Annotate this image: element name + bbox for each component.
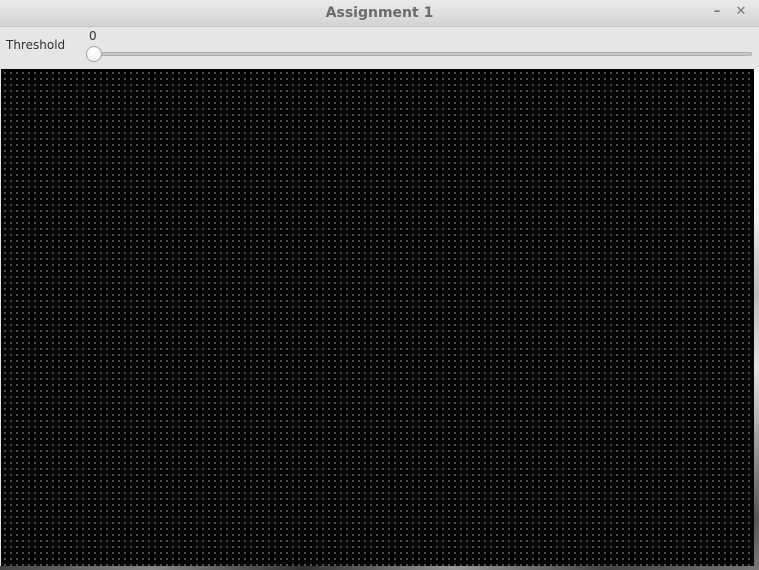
close-icon[interactable]: ✕ <box>733 4 749 20</box>
trackbar-track[interactable] <box>94 52 752 56</box>
title-bar[interactable]: Assignment 1 – ✕ <box>0 0 759 27</box>
minimize-icon[interactable]: – <box>709 4 725 20</box>
app-window: Assignment 1 – ✕ Threshold 0 <box>0 0 759 570</box>
trackbar-label: Threshold <box>6 38 66 52</box>
image-right-edge <box>754 69 759 568</box>
trackbar-value: 0 <box>89 29 97 43</box>
image-bottom-edge <box>0 566 759 570</box>
threshold-trackbar: Threshold 0 <box>0 27 759 69</box>
image-canvas <box>1 69 754 568</box>
window-title: Assignment 1 <box>325 5 434 21</box>
trackbar-handle[interactable] <box>86 46 102 62</box>
